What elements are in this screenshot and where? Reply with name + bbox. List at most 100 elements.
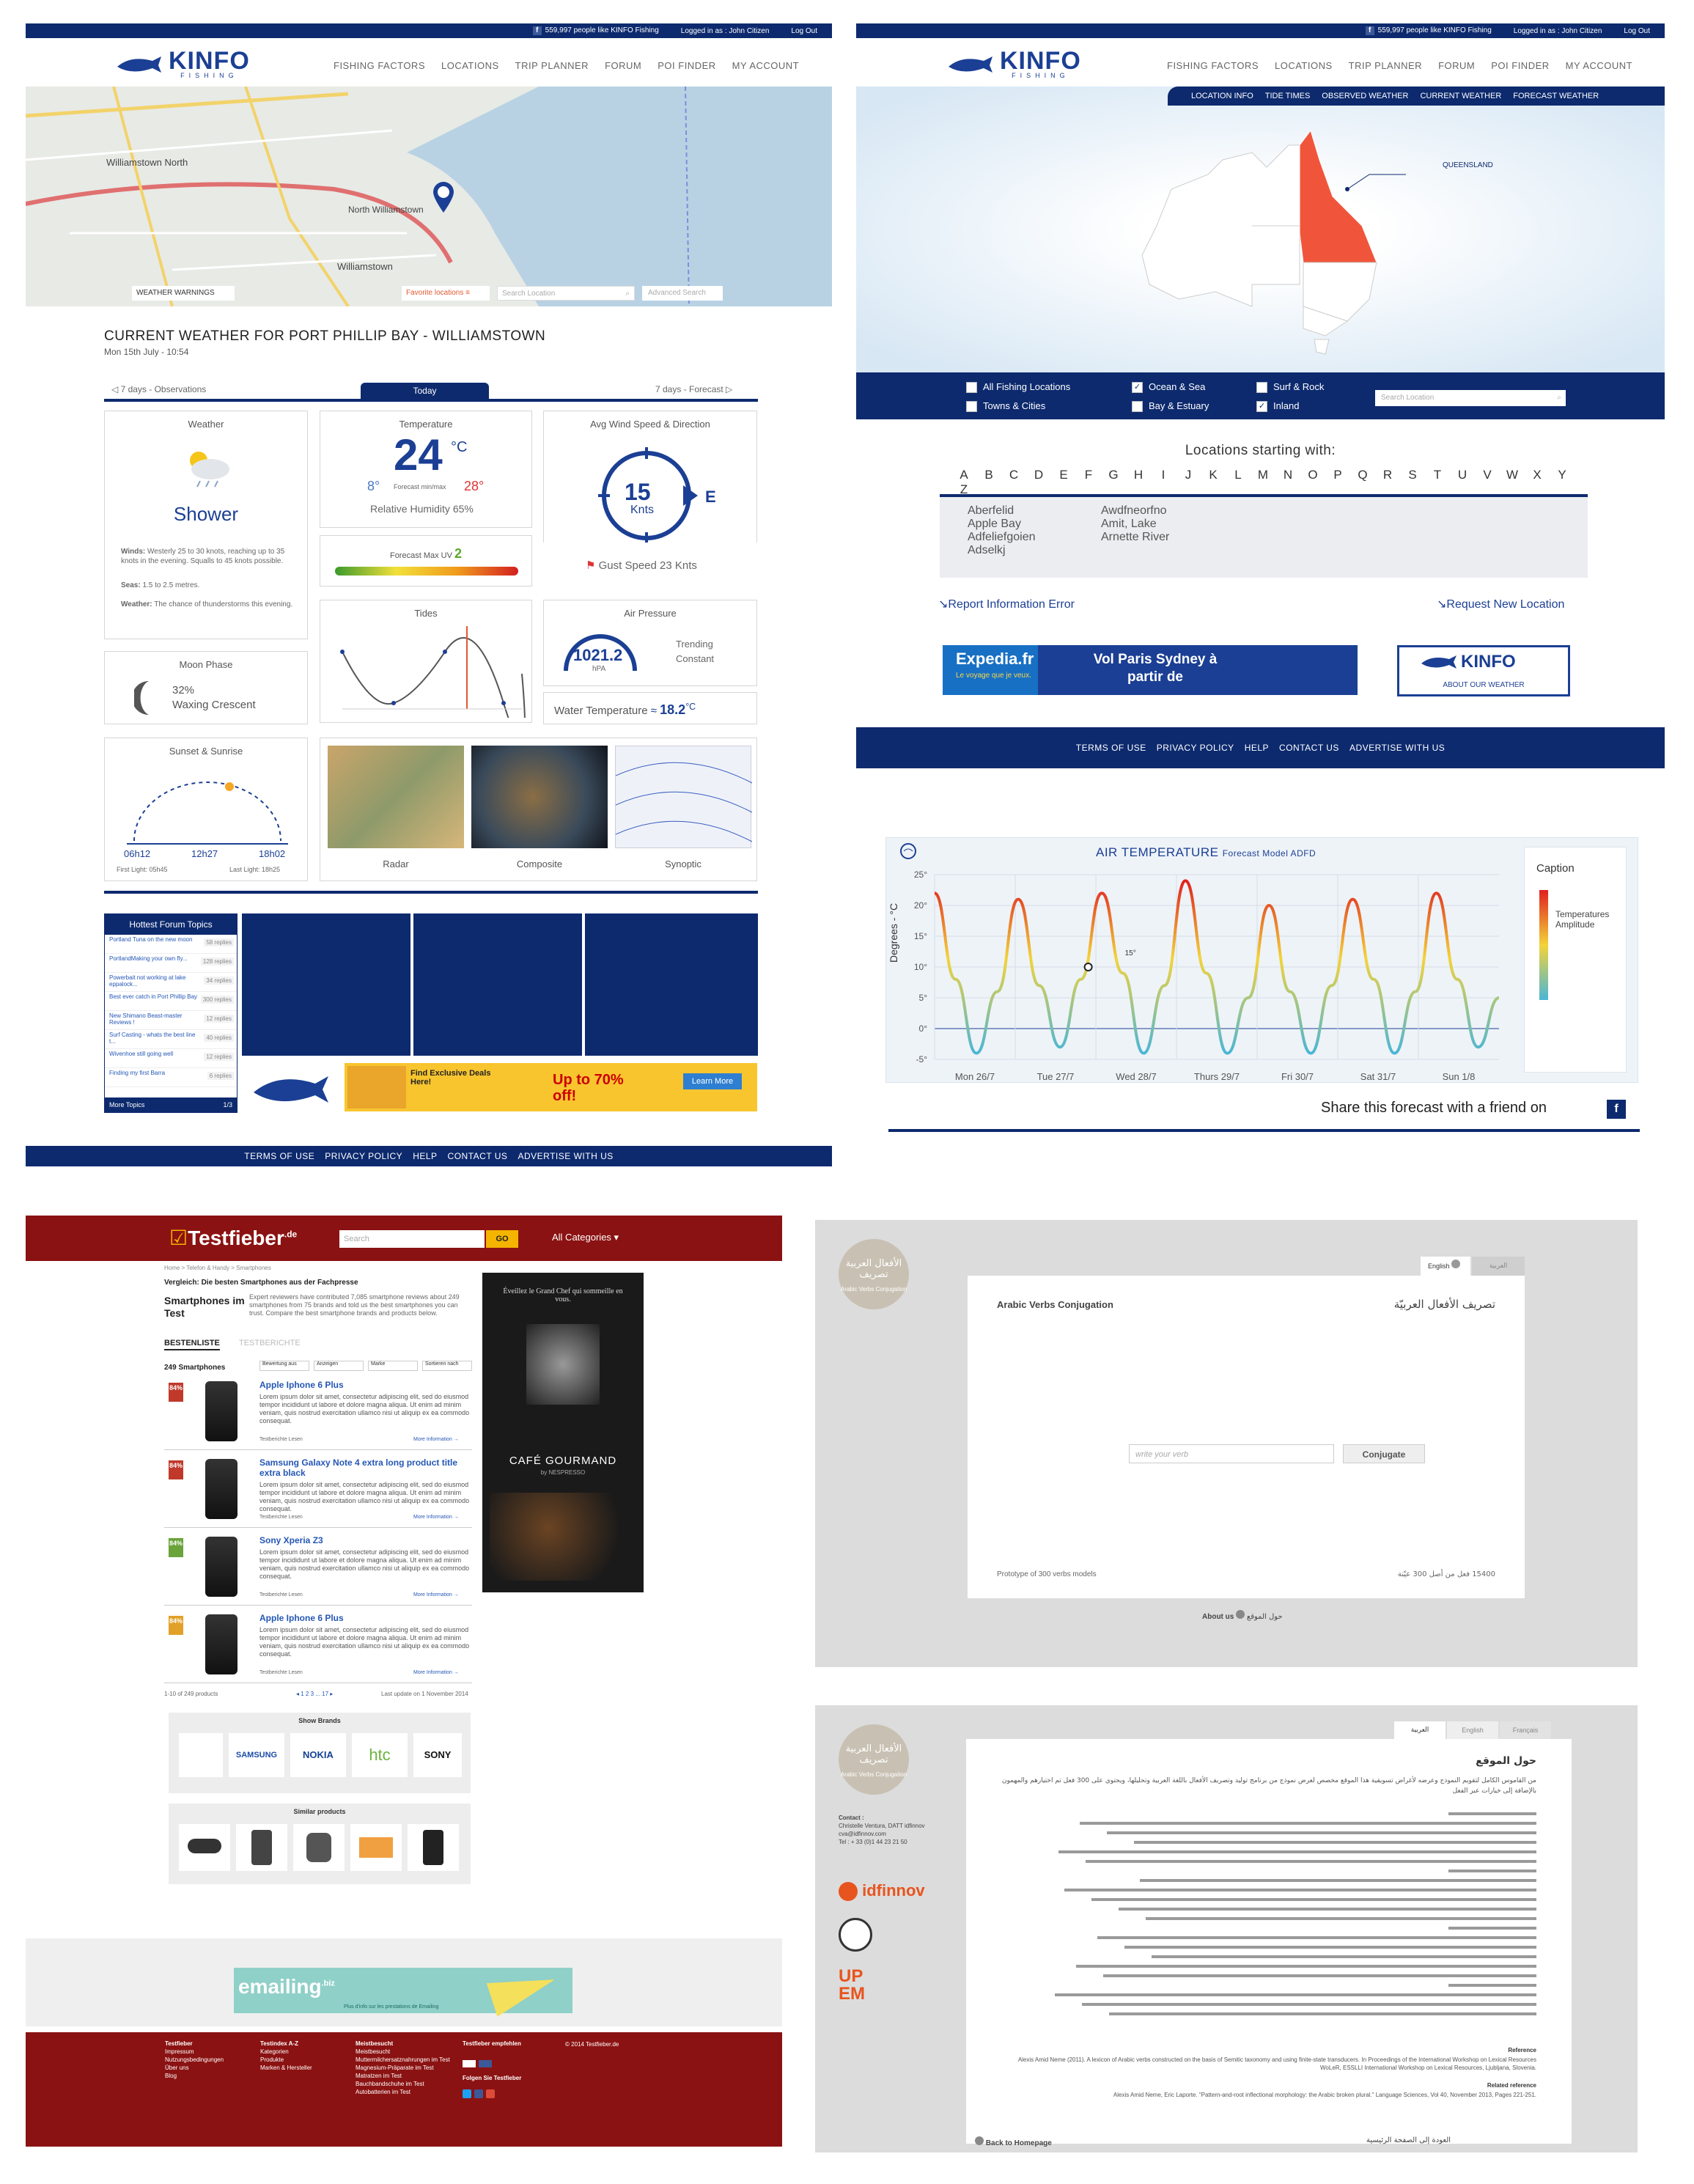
similar-product-2[interactable] [236,1824,287,1871]
checkbox-towns[interactable] [966,401,977,413]
filter-show[interactable]: Anzeigen [314,1361,364,1371]
footer-link[interactable]: Marken & Hersteller [260,2064,356,2072]
product-title[interactable]: Apple Iphone 6 Plus [259,1613,472,1623]
back-home-link[interactable]: Back to Homepage [975,2136,1052,2147]
footer-link[interactable]: Über uns [165,2064,260,2072]
letter-t[interactable]: T [1425,468,1450,482]
product-row[interactable]: 84% Samsung Galaxy Note 4 extra long prod… [164,1455,472,1528]
featured-block-2[interactable] [413,913,582,1056]
tab-bestenliste[interactable]: BESTENLISTE [164,1339,220,1350]
letter-w[interactable]: W [1500,468,1525,482]
kinfo-logo[interactable]: KINFO FISHING [116,48,250,79]
facebook-share-icon[interactable]: f [1607,1100,1626,1119]
composite-map-thumb[interactable] [471,746,608,848]
similar-product-1[interactable] [179,1824,230,1871]
sort-by[interactable]: Sortieren nach [422,1361,472,1371]
apple-logo-icon[interactable] [179,1733,223,1777]
footer-advertise[interactable]: ADVERTISE WITH US [518,1151,613,1161]
filter-inland[interactable]: ✓ Inland [1256,400,1299,413]
map-search-input[interactable]: Search Location ⌕ [497,286,635,301]
brand-nokia[interactable]: NOKIA [290,1733,346,1777]
facebook-icon[interactable]: f [532,26,542,35]
location-map[interactable]: Williamstown North North Williamstown Wi… [26,87,832,306]
facebook-icon[interactable] [474,2089,483,2098]
nav-my-account[interactable]: MY ACCOUNT [732,60,799,71]
letter-b[interactable]: B [976,468,1001,482]
filter-towns[interactable]: Towns & Cities [966,400,1045,413]
letter-s[interactable]: S [1400,468,1425,482]
australia-map[interactable] [1127,116,1406,358]
test-reports-link[interactable]: Testberichte Lesen [259,1670,303,1675]
tab-current-weather[interactable]: CURRENT WEATHER [1420,92,1501,100]
tab-english[interactable]: English [1447,1721,1498,1739]
featured-block-1[interactable] [242,913,410,1056]
footer-privacy[interactable]: PRIVACY POLICY [325,1151,402,1161]
radar-map-thumb[interactable] [328,746,464,848]
checkbox-bay[interactable] [1132,401,1143,413]
phone-image[interactable] [205,1614,237,1674]
test-reports-link[interactable]: Testberichte Lesen [259,1515,303,1520]
forum-topic[interactable]: Surf Casting - whats the best line t... 4… [105,1030,237,1049]
letter-q[interactable]: Q [1350,468,1375,482]
tab-testberichte[interactable]: TESTBERICHTE [239,1339,301,1347]
more-info-link[interactable]: More Information → [413,1437,459,1442]
logout-link[interactable]: Log Out [1624,27,1650,35]
forum-topic[interactable]: Best ever catch in Port Phillip Bay 300 r… [105,992,237,1011]
letter-y[interactable]: Y [1550,468,1575,482]
nav-trip-planner[interactable]: TRIP PLANNER [515,60,589,71]
product-row[interactable]: 84% Apple Iphone 6 Plus Lorem ipsum dolor … [164,1377,472,1450]
forum-pager[interactable]: 1/3 [223,1097,232,1112]
more-info-link[interactable]: More Information → [413,1670,459,1675]
kinfo-logo-2[interactable]: KINFO FISHING [947,48,1081,79]
next-forecast-link[interactable]: 7 days - Forecast ▷ [655,384,732,394]
arabic-logo-2[interactable]: الأفعال العربية تصريف Arabic Verbs Conju… [839,1724,909,1795]
featured-block-3[interactable] [585,913,758,1056]
lang-tab-arabic[interactable]: العربية [1472,1257,1525,1276]
advanced-search-button[interactable]: Advanced Search [642,286,723,301]
lang-tab-english[interactable]: English [1421,1257,1470,1276]
letter-k[interactable]: K [1201,468,1226,482]
footer-link[interactable]: Bauchbandschuhe im Test [356,2080,451,2088]
footer-contact[interactable]: CONTACT US [448,1151,508,1161]
footer-advertise[interactable]: ADVERTISE WITH US [1349,743,1445,753]
brand-sony[interactable]: SONY [413,1733,462,1777]
location-result[interactable]: Adfeliefgoien [968,531,1036,544]
nav-fishing-factors[interactable]: FISHING FACTORS [334,60,425,71]
logout-link[interactable]: Log Out [791,27,817,35]
university-seal-icon[interactable] [839,1918,872,1952]
footer-terms[interactable]: TERMS OF USE [1076,743,1146,753]
filter-brand[interactable]: Marke [368,1361,418,1371]
similar-product-5[interactable] [408,1824,459,1871]
letter-m[interactable]: M [1251,468,1275,482]
footer-link[interactable]: Kategorien [260,2048,356,2056]
upem-logo[interactable]: UP EM [839,1968,877,2003]
footer-privacy[interactable]: PRIVACY POLICY [1157,743,1234,753]
forum-topic[interactable]: Portland Tuna on the new moon 58 replies [105,935,237,954]
location-result[interactable]: Amit, Lake [1101,518,1169,531]
letter-a[interactable]: A [951,468,976,482]
location-result[interactable]: Adselkj [968,544,1036,557]
footer-link[interactable]: Folgen Sie Testfieber [463,2074,558,2082]
google-plus-icon[interactable] [486,2089,495,2098]
forum-topic[interactable]: Wivenhoe still going well 12 replies [105,1049,237,1068]
letter-o[interactable]: O [1300,468,1325,482]
test-reports-link[interactable]: Testberichte Lesen [259,1592,303,1597]
nespresso-ad[interactable]: Éveillez le Grand Chef qui sommeille en … [482,1273,644,1592]
tf-categories-dropdown[interactable]: All Categories ▾ [552,1232,619,1243]
letter-p[interactable]: P [1325,468,1350,482]
checkbox-inland[interactable]: ✓ [1256,401,1267,413]
footer-link[interactable]: Muttermilchersatznahrungen im Test [356,2056,451,2064]
product-title[interactable]: Samsung Galaxy Note 4 extra long product… [259,1457,472,1478]
tf-search-input[interactable]: Search [339,1230,485,1248]
similar-product-4[interactable] [350,1824,402,1871]
phone-image[interactable] [205,1537,237,1597]
phone-image[interactable] [205,1459,237,1519]
request-location-link[interactable]: ↘Request New Location [1437,597,1564,611]
footer-link[interactable]: Nutzungsbedingungen [165,2056,260,2064]
forum-topic[interactable]: PortlandMaking your own fly... 128 replie… [105,954,237,973]
filter-rating[interactable]: Bewertung aus [259,1361,309,1371]
contact-email[interactable]: cva@idfinnov.com [839,1831,886,1837]
more-topics-link[interactable]: More Topics [109,1101,144,1108]
weather-warnings-button[interactable]: WEATHER WARNINGS [132,286,235,301]
tab-forecast-weather[interactable]: FORECAST WEATHER [1513,92,1599,100]
